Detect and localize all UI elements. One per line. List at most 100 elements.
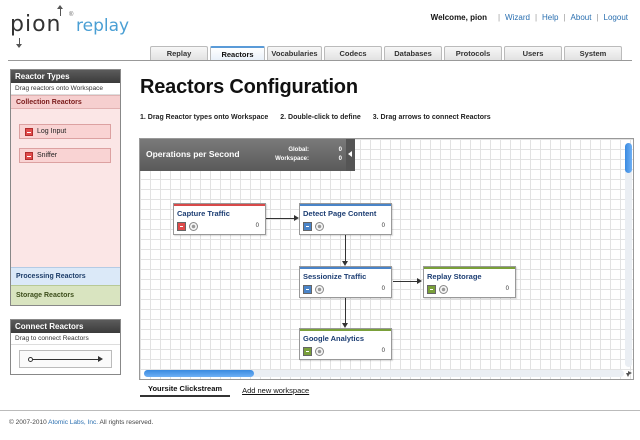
- tab-replay[interactable]: Replay: [150, 46, 208, 60]
- wizard-link[interactable]: Wizard: [505, 13, 530, 22]
- processing-reactors-section: Processing Reactors: [11, 267, 120, 285]
- help-link[interactable]: Help: [542, 13, 558, 22]
- operations-per-second-panel: Operations per Second Global: 0 Workspac…: [140, 139, 355, 171]
- storage-icon: [427, 285, 436, 294]
- play-toggle-icon[interactable]: [315, 222, 324, 231]
- tab-vocabularies[interactable]: Vocabularies: [267, 46, 322, 60]
- about-link[interactable]: About: [571, 13, 592, 22]
- connector-line: [393, 281, 418, 282]
- processing-reactors-header[interactable]: Processing Reactors: [11, 268, 120, 286]
- g-icon: [303, 347, 312, 356]
- connector-tool[interactable]: [19, 350, 112, 368]
- reactor-types-title: Reactor Types: [11, 70, 120, 83]
- reactor-types-panel: Reactor Types Drag reactors onto Workspa…: [10, 69, 121, 306]
- reactor-node[interactable]: Detect Page Content 0: [299, 203, 392, 235]
- separator: |: [596, 13, 599, 22]
- reactor-node-count: 0: [381, 223, 385, 229]
- separator: |: [534, 13, 538, 22]
- connect-reactors-panel: Connect Reactors Drag to connect Reactor…: [10, 319, 121, 375]
- reactor-node-title: Capture Traffic: [177, 209, 230, 218]
- connect-reactors-title: Connect Reactors: [11, 320, 120, 333]
- reactor-node-count: 0: [381, 348, 385, 354]
- reactor-workspace[interactable]: Operations per Second Global: 0 Workspac…: [139, 138, 634, 380]
- category-bar: [300, 267, 391, 269]
- reactor-node-title: Sessionize Traffic: [303, 272, 367, 281]
- reactor-node[interactable]: Replay Storage 0: [423, 266, 516, 298]
- horizontal-scrollbar[interactable]: [144, 370, 632, 377]
- tab-divider: [8, 60, 632, 61]
- add-workspace-link[interactable]: Add new workspace: [242, 386, 309, 395]
- user-links-bar: Welcome, pion | Wizard | Help | About | …: [431, 13, 628, 22]
- tab-protocols[interactable]: Protocols: [444, 46, 502, 60]
- ops-global-label: Global:: [288, 147, 309, 153]
- ops-workspace-value: 0: [338, 156, 342, 162]
- instruction-steps: 1. Drag Reactor types onto Workspace 2. …: [140, 114, 491, 121]
- tab-users[interactable]: Users: [504, 46, 562, 60]
- scroll-right-icon[interactable]: [628, 371, 632, 375]
- logo-registered-mark: ®: [69, 12, 74, 18]
- storage-reactors-section: Storage Reactors: [11, 285, 120, 305]
- step-3: 3. Drag arrows to connect Reactors: [372, 114, 491, 121]
- ops-title: Operations per Second: [146, 149, 240, 159]
- collection-reactors-section: Collection Reactors Log Input Sniffer: [11, 95, 120, 267]
- collection-reactors-header[interactable]: Collection Reactors: [11, 96, 120, 109]
- pion-replay-logo: pion ® replay: [10, 5, 140, 48]
- reactor-node-count: 0: [381, 286, 385, 292]
- logo-arrow-down-icon: [16, 38, 22, 48]
- reactor-node[interactable]: Google Analytics 0: [299, 328, 392, 360]
- vertical-scrollbar[interactable]: [625, 143, 632, 377]
- connector-arrow-icon: [98, 356, 103, 362]
- footer-rights: All rights reserved.: [98, 419, 154, 426]
- reactor-node[interactable]: Capture Traffic 0: [173, 203, 266, 235]
- footer: © 2007-2010 Atomic Labs, Inc. All rights…: [9, 419, 153, 426]
- ops-workspace-label: Workspace:: [275, 156, 309, 162]
- welcome-text: Welcome, pion: [430, 13, 487, 22]
- connect-reactors-hint: Drag to connect Reactors: [11, 333, 120, 345]
- log-input-icon: [25, 127, 33, 136]
- workspace-tab-active[interactable]: Yoursite Clickstream: [140, 383, 231, 397]
- reactor-node-count: 0: [255, 223, 259, 229]
- capture-icon: [177, 222, 186, 231]
- tab-codecs[interactable]: Codecs: [324, 46, 382, 60]
- page-title: Reactors Configuration: [140, 76, 358, 98]
- reactor-node-title: Detect Page Content: [303, 209, 377, 218]
- play-toggle-icon[interactable]: [189, 222, 198, 231]
- reactor-types-hint: Drag reactors onto Workspace: [11, 83, 120, 95]
- footer-divider: [0, 410, 640, 411]
- connector-start-icon: [28, 357, 33, 362]
- storage-reactors-header[interactable]: Storage Reactors: [11, 286, 120, 306]
- play-toggle-icon[interactable]: [315, 347, 324, 356]
- play-toggle-icon[interactable]: [439, 285, 448, 294]
- category-bar: [174, 204, 265, 206]
- step-1: 1. Drag Reactor types onto Workspace: [140, 114, 269, 121]
- company-link[interactable]: Atomic Labs, Inc.: [48, 419, 98, 426]
- reactor-node-count: 0: [505, 286, 509, 292]
- separator: |: [563, 13, 566, 22]
- category-bar: [300, 329, 391, 331]
- category-bar: [300, 204, 391, 206]
- sniffer-icon: [25, 151, 33, 160]
- main-nav-tabs: Replay Reactors Vocabularies Codecs Data…: [150, 46, 622, 60]
- sessionize-icon: [303, 285, 312, 294]
- separator: |: [497, 13, 501, 22]
- connector-line: [345, 297, 346, 324]
- collapse-left-icon[interactable]: [346, 139, 355, 171]
- connector-line: [266, 218, 296, 219]
- hash-icon: [303, 222, 312, 231]
- logout-link[interactable]: Logout: [604, 13, 628, 22]
- reactor-type-sniffer[interactable]: Sniffer: [19, 148, 111, 163]
- workspace-tabs: Yoursite Clickstream Add new workspace: [140, 383, 309, 397]
- reactor-node[interactable]: Sessionize Traffic 0: [299, 266, 392, 298]
- arrow-right-icon: [417, 278, 422, 284]
- play-toggle-icon[interactable]: [315, 285, 324, 294]
- tab-databases[interactable]: Databases: [384, 46, 442, 60]
- reactor-type-log-input[interactable]: Log Input: [19, 124, 111, 139]
- reactor-node-title: Google Analytics: [303, 334, 364, 343]
- step-2: 2. Double-click to define: [280, 114, 361, 121]
- horizontal-scroll-thumb[interactable]: [144, 370, 254, 377]
- logo-replay-text: replay: [76, 16, 130, 36]
- tab-system[interactable]: System: [564, 46, 622, 60]
- tab-reactors[interactable]: Reactors: [210, 46, 265, 60]
- vertical-scroll-thumb[interactable]: [625, 143, 632, 173]
- reactor-type-label: Log Input: [37, 128, 67, 135]
